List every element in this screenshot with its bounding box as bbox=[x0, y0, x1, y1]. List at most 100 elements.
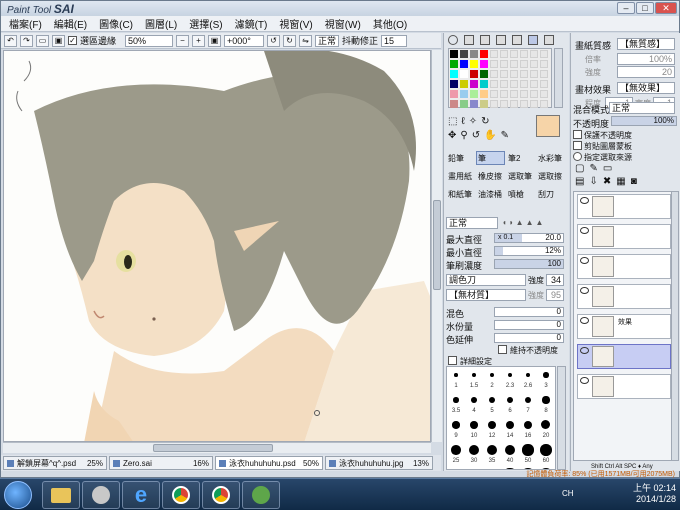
brush-size-option[interactable] bbox=[489, 372, 495, 378]
color-swatch[interactable] bbox=[520, 70, 528, 78]
visibility-eye-icon[interactable] bbox=[580, 347, 589, 354]
layer-row[interactable] bbox=[577, 374, 671, 399]
color-swatch[interactable] bbox=[460, 50, 468, 58]
menu-item-8[interactable]: 其他(O) bbox=[373, 16, 407, 31]
color-swatch[interactable] bbox=[490, 60, 498, 68]
brush-tool[interactable]: 鉛筆 bbox=[446, 151, 475, 165]
brush-size-option[interactable] bbox=[524, 396, 532, 404]
color-swatch[interactable] bbox=[530, 100, 538, 108]
brush-tool[interactable]: 和紙筆 bbox=[446, 187, 475, 201]
canvas-vertical-scrollbar[interactable] bbox=[431, 50, 442, 442]
brush-tool[interactable]: 噴槍 bbox=[506, 187, 535, 201]
palette-icon[interactable] bbox=[544, 35, 554, 45]
new-linework-icon[interactable]: ✎ bbox=[589, 163, 602, 174]
rotate-right-icon[interactable]: ↻ bbox=[283, 34, 297, 47]
brush-size-option[interactable] bbox=[521, 468, 535, 469]
brush-size-option[interactable] bbox=[469, 445, 479, 455]
color-swatch[interactable] bbox=[490, 100, 498, 108]
new-layer-icon[interactable]: ▢ bbox=[575, 163, 589, 174]
shape-strength-value[interactable]: 34 bbox=[546, 274, 564, 286]
color-grid-icon[interactable] bbox=[496, 35, 506, 45]
brush-size-option[interactable] bbox=[503, 468, 517, 469]
visibility-eye-icon[interactable] bbox=[580, 257, 589, 264]
color-swatch[interactable] bbox=[500, 100, 508, 108]
color-swatch[interactable] bbox=[490, 80, 498, 88]
swatch-icon[interactable] bbox=[512, 35, 522, 45]
color-swatch[interactable] bbox=[510, 90, 518, 98]
swatch-grid[interactable] bbox=[448, 48, 552, 108]
visibility-eye-icon[interactable] bbox=[580, 317, 589, 324]
color-swatch[interactable] bbox=[520, 90, 528, 98]
color-swatch[interactable] bbox=[480, 100, 488, 108]
taskbar-explorer[interactable] bbox=[42, 481, 80, 509]
brush-size-option[interactable] bbox=[506, 396, 514, 404]
color-swatch[interactable] bbox=[510, 60, 518, 68]
menu-item-5[interactable]: 濾鏡(T) bbox=[235, 16, 268, 31]
color-swatch[interactable] bbox=[530, 80, 538, 88]
taskbar-ie[interactable]: e bbox=[122, 481, 160, 509]
hand-icon[interactable]: ✋ bbox=[484, 130, 500, 141]
zoom-select[interactable]: 50% bbox=[125, 34, 174, 47]
color-swatch[interactable] bbox=[460, 100, 468, 108]
color-swatch[interactable] bbox=[450, 60, 458, 68]
brush-size-option[interactable] bbox=[507, 372, 513, 378]
layer-row[interactable] bbox=[577, 194, 671, 219]
color-swatch[interactable] bbox=[510, 50, 518, 58]
brush-tool[interactable]: 橡皮擦 bbox=[476, 169, 505, 183]
color-swatch[interactable] bbox=[450, 50, 458, 58]
color-swatch[interactable] bbox=[540, 100, 548, 108]
magic-wand-icon[interactable]: ✧ bbox=[469, 116, 481, 127]
copy-layer-icon[interactable]: ▤ bbox=[575, 176, 589, 187]
document-tab[interactable]: 泳衣huhuhuhu.psd 50% bbox=[215, 456, 323, 470]
deselect-icon[interactable]: ▭ bbox=[36, 34, 49, 47]
color-swatch[interactable] bbox=[470, 80, 478, 88]
document-tab[interactable]: Zero.sai 16% bbox=[109, 456, 213, 470]
menu-item-6[interactable]: 視窗(V) bbox=[279, 16, 312, 31]
color-swatch[interactable] bbox=[480, 50, 488, 58]
layer-row[interactable]: 效果 bbox=[577, 314, 671, 339]
color-swatch[interactable] bbox=[490, 70, 498, 78]
undo-icon[interactable]: ↶ bbox=[4, 34, 17, 47]
visibility-eye-icon[interactable] bbox=[580, 287, 589, 294]
brush-size-option[interactable] bbox=[542, 396, 550, 404]
brush-tool[interactable]: 水彩筆 bbox=[536, 151, 565, 165]
brush-size-option[interactable] bbox=[525, 372, 531, 378]
color-swatch[interactable] bbox=[510, 80, 518, 88]
texture-strength-value[interactable]: 95 bbox=[546, 289, 564, 301]
density-slider[interactable]: 100 bbox=[494, 259, 564, 269]
brush-tool[interactable]: 筆 bbox=[476, 151, 505, 165]
brush-tool[interactable]: 刮刀 bbox=[536, 187, 565, 201]
selection-source-checkbox[interactable] bbox=[573, 152, 582, 161]
color-swatch[interactable] bbox=[470, 60, 478, 68]
color-swatch[interactable] bbox=[460, 70, 468, 78]
color-swatch[interactable] bbox=[540, 50, 548, 58]
move-icon[interactable]: ✥ bbox=[448, 130, 460, 141]
menu-item-1[interactable]: 編輯(E) bbox=[54, 16, 87, 31]
color-swatch[interactable] bbox=[520, 80, 528, 88]
zoom-icon[interactable]: ⚲ bbox=[460, 130, 471, 141]
visibility-eye-icon[interactable] bbox=[580, 377, 589, 384]
color-swatch[interactable] bbox=[500, 90, 508, 98]
stabilizer-select[interactable]: 15 bbox=[381, 34, 408, 47]
layer-row[interactable] bbox=[577, 224, 671, 249]
menu-item-7[interactable]: 視窗(W) bbox=[325, 16, 361, 31]
brush-blend-select[interactable]: 正常 bbox=[446, 217, 498, 229]
brush-size-option[interactable] bbox=[540, 444, 552, 456]
brush-tool[interactable]: 畫用紙 bbox=[446, 169, 475, 183]
close-button[interactable]: ✕ bbox=[655, 2, 677, 14]
taskbar-paint[interactable] bbox=[82, 481, 120, 509]
water-slider[interactable]: 0 bbox=[494, 320, 564, 330]
color-swatch[interactable] bbox=[530, 60, 538, 68]
zoom-in-icon[interactable]: + bbox=[192, 34, 206, 47]
brush-shape-select[interactable]: 調色刀 bbox=[446, 274, 526, 286]
scale-value[interactable]: 100% bbox=[617, 53, 675, 65]
protect-opacity-checkbox[interactable] bbox=[573, 130, 582, 139]
drawing-canvas[interactable] bbox=[3, 50, 431, 442]
redo-icon[interactable]: ↷ bbox=[20, 34, 33, 47]
primary-color-swatch[interactable] bbox=[536, 115, 560, 137]
visibility-eye-icon[interactable] bbox=[580, 227, 589, 234]
brush-size-scrollbar[interactable] bbox=[557, 366, 566, 470]
color-swatch[interactable] bbox=[450, 90, 458, 98]
color-swatch[interactable] bbox=[530, 70, 538, 78]
color-swatch[interactable] bbox=[520, 50, 528, 58]
